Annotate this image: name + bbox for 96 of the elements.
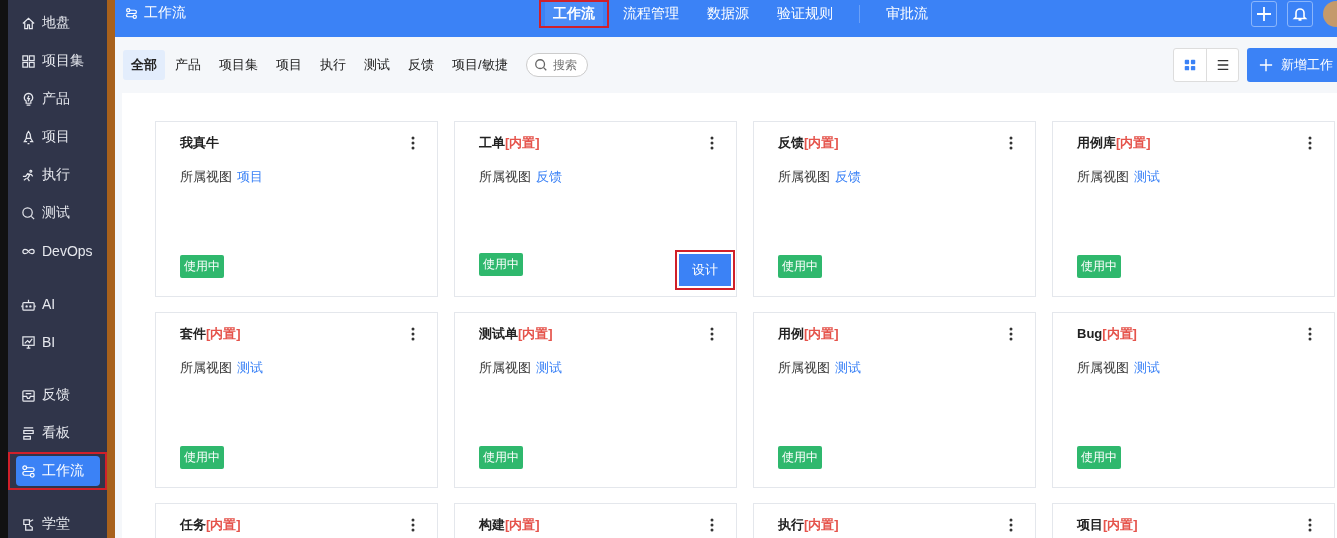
more-icon[interactable] xyxy=(710,325,714,343)
view-label: 所属视图 xyxy=(180,168,232,186)
filter-tab[interactable]: 执行 xyxy=(312,50,354,80)
plus-icon xyxy=(1256,6,1272,22)
more-icon[interactable] xyxy=(411,134,415,152)
search-icon xyxy=(21,205,36,221)
status-badge: 使用中 xyxy=(1077,255,1121,278)
filter-tab[interactable]: 反馈 xyxy=(400,50,442,80)
flow-icon xyxy=(21,463,36,479)
sidebar-item[interactable]: AI xyxy=(16,289,100,319)
nav-tab[interactable]: 流程管理 xyxy=(615,2,687,26)
view-label: 所属视图 xyxy=(479,168,531,186)
sidebar-item[interactable]: 项目集 xyxy=(16,46,100,76)
workflow-name: 工单[内置] xyxy=(479,134,540,152)
filter-tab[interactable]: 项目集 xyxy=(211,50,266,80)
workflow-name: 用例库[内置] xyxy=(1077,134,1151,152)
create-workflow-button[interactable]: 新增工作 xyxy=(1247,48,1337,82)
rocket-icon xyxy=(21,129,36,145)
sidebar-item[interactable]: 工作流 xyxy=(16,456,100,486)
status-badge: 使用中 xyxy=(479,252,523,276)
workflow-name: 我真牛 xyxy=(180,134,219,152)
workflow-name: 构建[内置] xyxy=(479,516,540,534)
workflow-name: 执行[内置] xyxy=(778,516,839,534)
workflow-name: 项目[内置] xyxy=(1077,516,1138,534)
workflow-name: 用例[内置] xyxy=(778,325,839,343)
search-icon xyxy=(533,58,548,72)
view-link[interactable]: 测试 xyxy=(835,359,861,377)
grid-icon xyxy=(21,53,36,69)
workflow-name: 任务[内置] xyxy=(180,516,241,534)
view-label: 所属视图 xyxy=(479,359,531,377)
more-icon[interactable] xyxy=(411,325,415,343)
plus-icon xyxy=(1259,58,1273,72)
search-field[interactable]: 搜索 xyxy=(525,53,588,77)
filter-tab[interactable]: 全部 xyxy=(123,50,165,80)
status-badge: 使用中 xyxy=(180,446,224,469)
view-label: 所属视图 xyxy=(1077,168,1129,186)
view-link[interactable]: 测试 xyxy=(1134,168,1160,186)
filter-tab[interactable]: 项目/敏捷 xyxy=(444,50,516,80)
bell-icon xyxy=(1292,6,1308,22)
more-icon[interactable] xyxy=(1009,134,1013,152)
runner-icon xyxy=(21,167,36,183)
sidebar-item[interactable]: 执行 xyxy=(16,160,100,190)
nav-tab[interactable]: 审批流 xyxy=(878,2,936,26)
more-icon[interactable] xyxy=(411,516,415,534)
sidebar-item[interactable]: 测试 xyxy=(16,198,100,228)
sidebar-item[interactable]: DevOps xyxy=(16,236,100,266)
more-icon[interactable] xyxy=(1009,516,1013,534)
view-label: 所属视图 xyxy=(1077,359,1129,377)
add-button[interactable] xyxy=(1251,1,1277,27)
sidebar-item[interactable]: BI xyxy=(16,327,100,357)
more-icon[interactable] xyxy=(710,516,714,534)
view-link[interactable]: 测试 xyxy=(237,359,263,377)
sidebar-item[interactable]: 反馈 xyxy=(16,380,100,410)
page-title: 工作流 xyxy=(144,4,186,22)
status-badge: 使用中 xyxy=(1077,446,1121,469)
grid-icon xyxy=(1183,58,1197,72)
view-label: 所属视图 xyxy=(778,359,830,377)
workflow-name: 反馈[内置] xyxy=(778,134,839,152)
sidebar-item[interactable]: 看板 xyxy=(16,418,100,448)
status-badge: 使用中 xyxy=(778,446,822,469)
view-link[interactable]: 测试 xyxy=(536,359,562,377)
notification-button[interactable] xyxy=(1287,1,1313,27)
sidebar-item[interactable]: 项目 xyxy=(16,122,100,152)
sidebar-item[interactable]: 产品 xyxy=(16,84,100,114)
lightbulb-icon xyxy=(21,91,36,107)
status-badge: 使用中 xyxy=(778,255,822,278)
status-badge: 使用中 xyxy=(479,446,523,469)
list-icon xyxy=(1215,58,1230,72)
inbox-icon xyxy=(21,387,36,403)
view-link[interactable]: 反馈 xyxy=(835,168,861,186)
sidebar-item[interactable]: 学堂 xyxy=(16,509,100,538)
status-badge: 使用中 xyxy=(180,255,224,278)
filter-tab[interactable]: 产品 xyxy=(167,50,209,80)
workflow-name: 套件[内置] xyxy=(180,325,241,343)
chart-icon xyxy=(21,334,36,350)
view-link[interactable]: 反馈 xyxy=(536,168,562,186)
sidebar-item[interactable]: 地盘 xyxy=(16,8,100,38)
view-link[interactable]: 项目 xyxy=(237,168,263,186)
board-icon xyxy=(21,425,36,441)
more-icon[interactable] xyxy=(710,134,714,152)
more-icon[interactable] xyxy=(1308,516,1312,534)
filter-tab[interactable]: 测试 xyxy=(356,50,398,80)
nav-tab[interactable]: 数据源 xyxy=(699,2,757,26)
nav-tab[interactable]: 验证规则 xyxy=(769,2,841,26)
more-icon[interactable] xyxy=(1308,325,1312,343)
home-icon xyxy=(21,15,36,31)
view-label: 所属视图 xyxy=(180,359,232,377)
workflow-name: Bug[内置] xyxy=(1077,325,1137,343)
more-icon[interactable] xyxy=(1009,325,1013,343)
design-button[interactable]: 设计 xyxy=(679,254,731,286)
flow-icon xyxy=(125,6,138,20)
view-label: 所属视图 xyxy=(778,168,830,186)
more-icon[interactable] xyxy=(1308,134,1312,152)
workflow-name: 测试单[内置] xyxy=(479,325,553,343)
filter-tab[interactable]: 项目 xyxy=(268,50,310,80)
view-link[interactable]: 测试 xyxy=(1134,359,1160,377)
